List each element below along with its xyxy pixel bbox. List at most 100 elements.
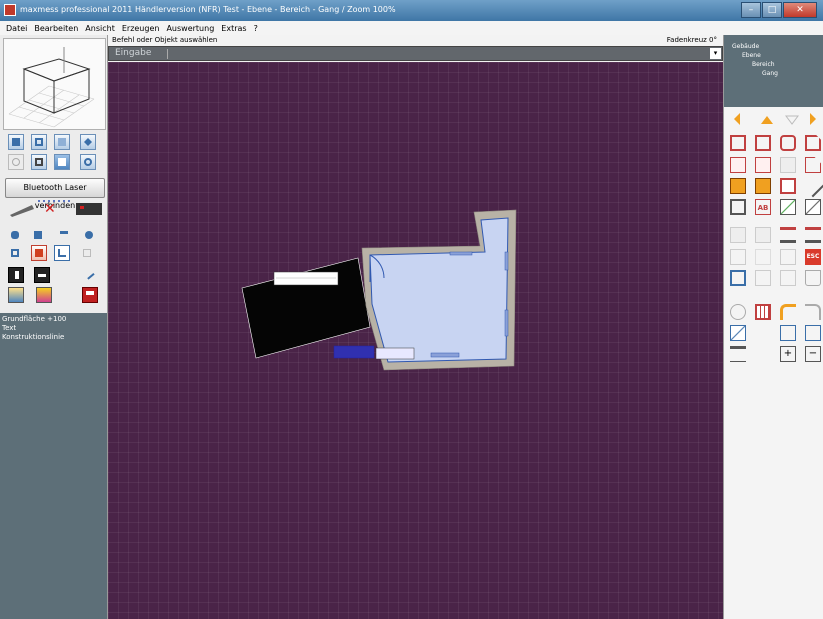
nav-down-icon — [785, 115, 799, 125]
maximize-button[interactable]: □ — [762, 2, 782, 18]
window-segment — [504, 309, 509, 337]
dimension-label — [375, 347, 415, 360]
window-element-icon[interactable] — [8, 267, 24, 283]
grid-icon[interactable] — [755, 304, 771, 320]
room-add-icon[interactable] — [730, 135, 746, 151]
select-disabled-icon — [730, 249, 746, 265]
zigzag-edit-icon[interactable] — [805, 227, 821, 243]
info-panel: Grundfläche +100 Text Konstruktionslinie — [0, 313, 107, 619]
zigzag-icon[interactable] — [780, 227, 796, 243]
undo-icon[interactable] — [780, 304, 796, 320]
column-icon[interactable] — [780, 178, 796, 194]
view-front-icon[interactable] — [31, 134, 47, 150]
text-tool-icon[interactable]: AB — [755, 199, 771, 215]
menu-erzeugen[interactable]: Erzeugen — [122, 24, 160, 33]
3d-preview[interactable] — [3, 38, 106, 130]
save-icon[interactable] — [82, 287, 98, 303]
zoom-all-icon[interactable] — [80, 154, 96, 170]
room-corner-icon[interactable] — [805, 135, 821, 151]
crosshair-setting[interactable]: Fadenkreuz 0° — [667, 36, 717, 44]
measure-device-icon — [76, 203, 102, 215]
chart-icon[interactable] — [730, 325, 746, 341]
laser-dots-icon — [38, 200, 70, 202]
menu-help[interactable]: ? — [254, 24, 258, 33]
app-icon — [4, 4, 16, 16]
room-select-icon[interactable] — [31, 245, 47, 261]
structure-tree[interactable]: Gebäude Ebene Bereich Gang — [724, 35, 823, 107]
copy-disabled-icon — [755, 270, 771, 286]
tree-level[interactable]: Ebene — [742, 52, 761, 59]
trash-icon[interactable] — [805, 270, 821, 286]
drawing-canvas[interactable] — [108, 62, 723, 619]
menu-datei[interactable]: Datei — [6, 24, 27, 33]
window-icon[interactable] — [755, 178, 771, 194]
bluetooth-laser-button[interactable]: Bluetooth Laser verbinden — [5, 178, 105, 210]
view-top-icon[interactable] — [8, 134, 24, 150]
page-icon[interactable] — [80, 246, 96, 262]
laser-device-icon — [10, 205, 34, 217]
menu-bearbeiten[interactable]: Bearbeiten — [34, 24, 78, 33]
copy-view-icon[interactable] — [31, 154, 47, 170]
room-shape-icon[interactable] — [780, 135, 796, 151]
wall-angle-icon[interactable] — [805, 157, 821, 173]
menu-ansicht[interactable]: Ansicht — [85, 24, 115, 33]
tree-room[interactable]: Gang — [762, 70, 778, 77]
rotate-icon[interactable] — [8, 154, 24, 170]
object-icon[interactable] — [8, 228, 24, 244]
title-bar: maxmess professional 2011 Händlerversion… — [0, 0, 823, 21]
left-toolbar: Bluetooth Laser verbinden ✕ Grundfläche … — [0, 35, 108, 619]
move-icon[interactable] — [730, 270, 746, 286]
redo-icon[interactable] — [805, 304, 821, 320]
resize-icon[interactable] — [780, 325, 796, 341]
measure-disabled-icon — [730, 227, 746, 243]
layer-view-icon[interactable] — [730, 304, 746, 320]
zoom-in-icon[interactable]: + — [780, 346, 796, 362]
view-3d-icon[interactable] — [80, 134, 96, 150]
text-box-icon[interactable] — [34, 267, 50, 283]
info-line: Grundfläche +100 — [2, 315, 67, 323]
wall-edit-icon[interactable] — [755, 157, 771, 173]
line-icon[interactable] — [801, 174, 823, 198]
zoom-out-icon[interactable]: − — [805, 346, 821, 362]
wall-split-icon[interactable] — [780, 157, 796, 173]
chevron-down-icon[interactable]: ▾ — [710, 48, 721, 59]
report-icon[interactable] — [8, 287, 24, 303]
info-line: Konstruktionslinie — [2, 333, 65, 341]
nav-up-icon — [761, 116, 773, 124]
room-edit-icon[interactable] — [755, 135, 771, 151]
command-bar: Befehl oder Objekt auswählen Fadenkreuz … — [108, 35, 723, 62]
table-icon[interactable] — [57, 228, 73, 244]
fit-icon[interactable] — [805, 325, 821, 341]
page-disabled-icon — [780, 249, 796, 265]
slope-edit-icon[interactable] — [805, 199, 821, 215]
stack-icon[interactable] — [8, 246, 24, 262]
window-title: maxmess professional 2011 Händlerversion… — [20, 5, 396, 14]
menu-extras[interactable]: Extras — [221, 24, 246, 33]
wall-icon[interactable] — [730, 157, 746, 173]
niche-icon[interactable] — [730, 199, 746, 215]
tree-navigation — [724, 112, 823, 126]
furniture-icon[interactable] — [31, 228, 47, 244]
window-segment — [430, 352, 460, 358]
door-icon[interactable] — [730, 178, 746, 194]
view-side-icon[interactable] — [54, 134, 70, 150]
escape-button[interactable]: ESC — [805, 249, 821, 265]
minimize-button[interactable]: – — [741, 2, 761, 18]
window-segment — [504, 251, 509, 271]
nav-left-icon — [734, 113, 740, 125]
close-button[interactable]: ✕ — [783, 2, 817, 18]
colors-icon[interactable] — [36, 287, 52, 303]
symbol-icon[interactable] — [82, 228, 98, 244]
print-icon[interactable] — [730, 346, 746, 362]
stairs-icon[interactable] — [54, 245, 70, 261]
zoom-window-icon[interactable] — [54, 154, 70, 170]
slope-icon[interactable] — [780, 199, 796, 215]
dimension-disabled-icon — [755, 227, 771, 243]
info-line: Text — [2, 324, 17, 332]
pencil-icon[interactable] — [82, 267, 98, 283]
command-input[interactable]: Eingabe ▾ — [108, 46, 723, 61]
tree-building[interactable]: Gebäude — [732, 43, 759, 50]
menu-auswertung[interactable]: Auswertung — [166, 24, 214, 33]
tree-area[interactable]: Bereich — [752, 61, 775, 68]
right-toolbar: Gebäude Ebene Bereich Gang AB ESC + − — [723, 35, 823, 619]
